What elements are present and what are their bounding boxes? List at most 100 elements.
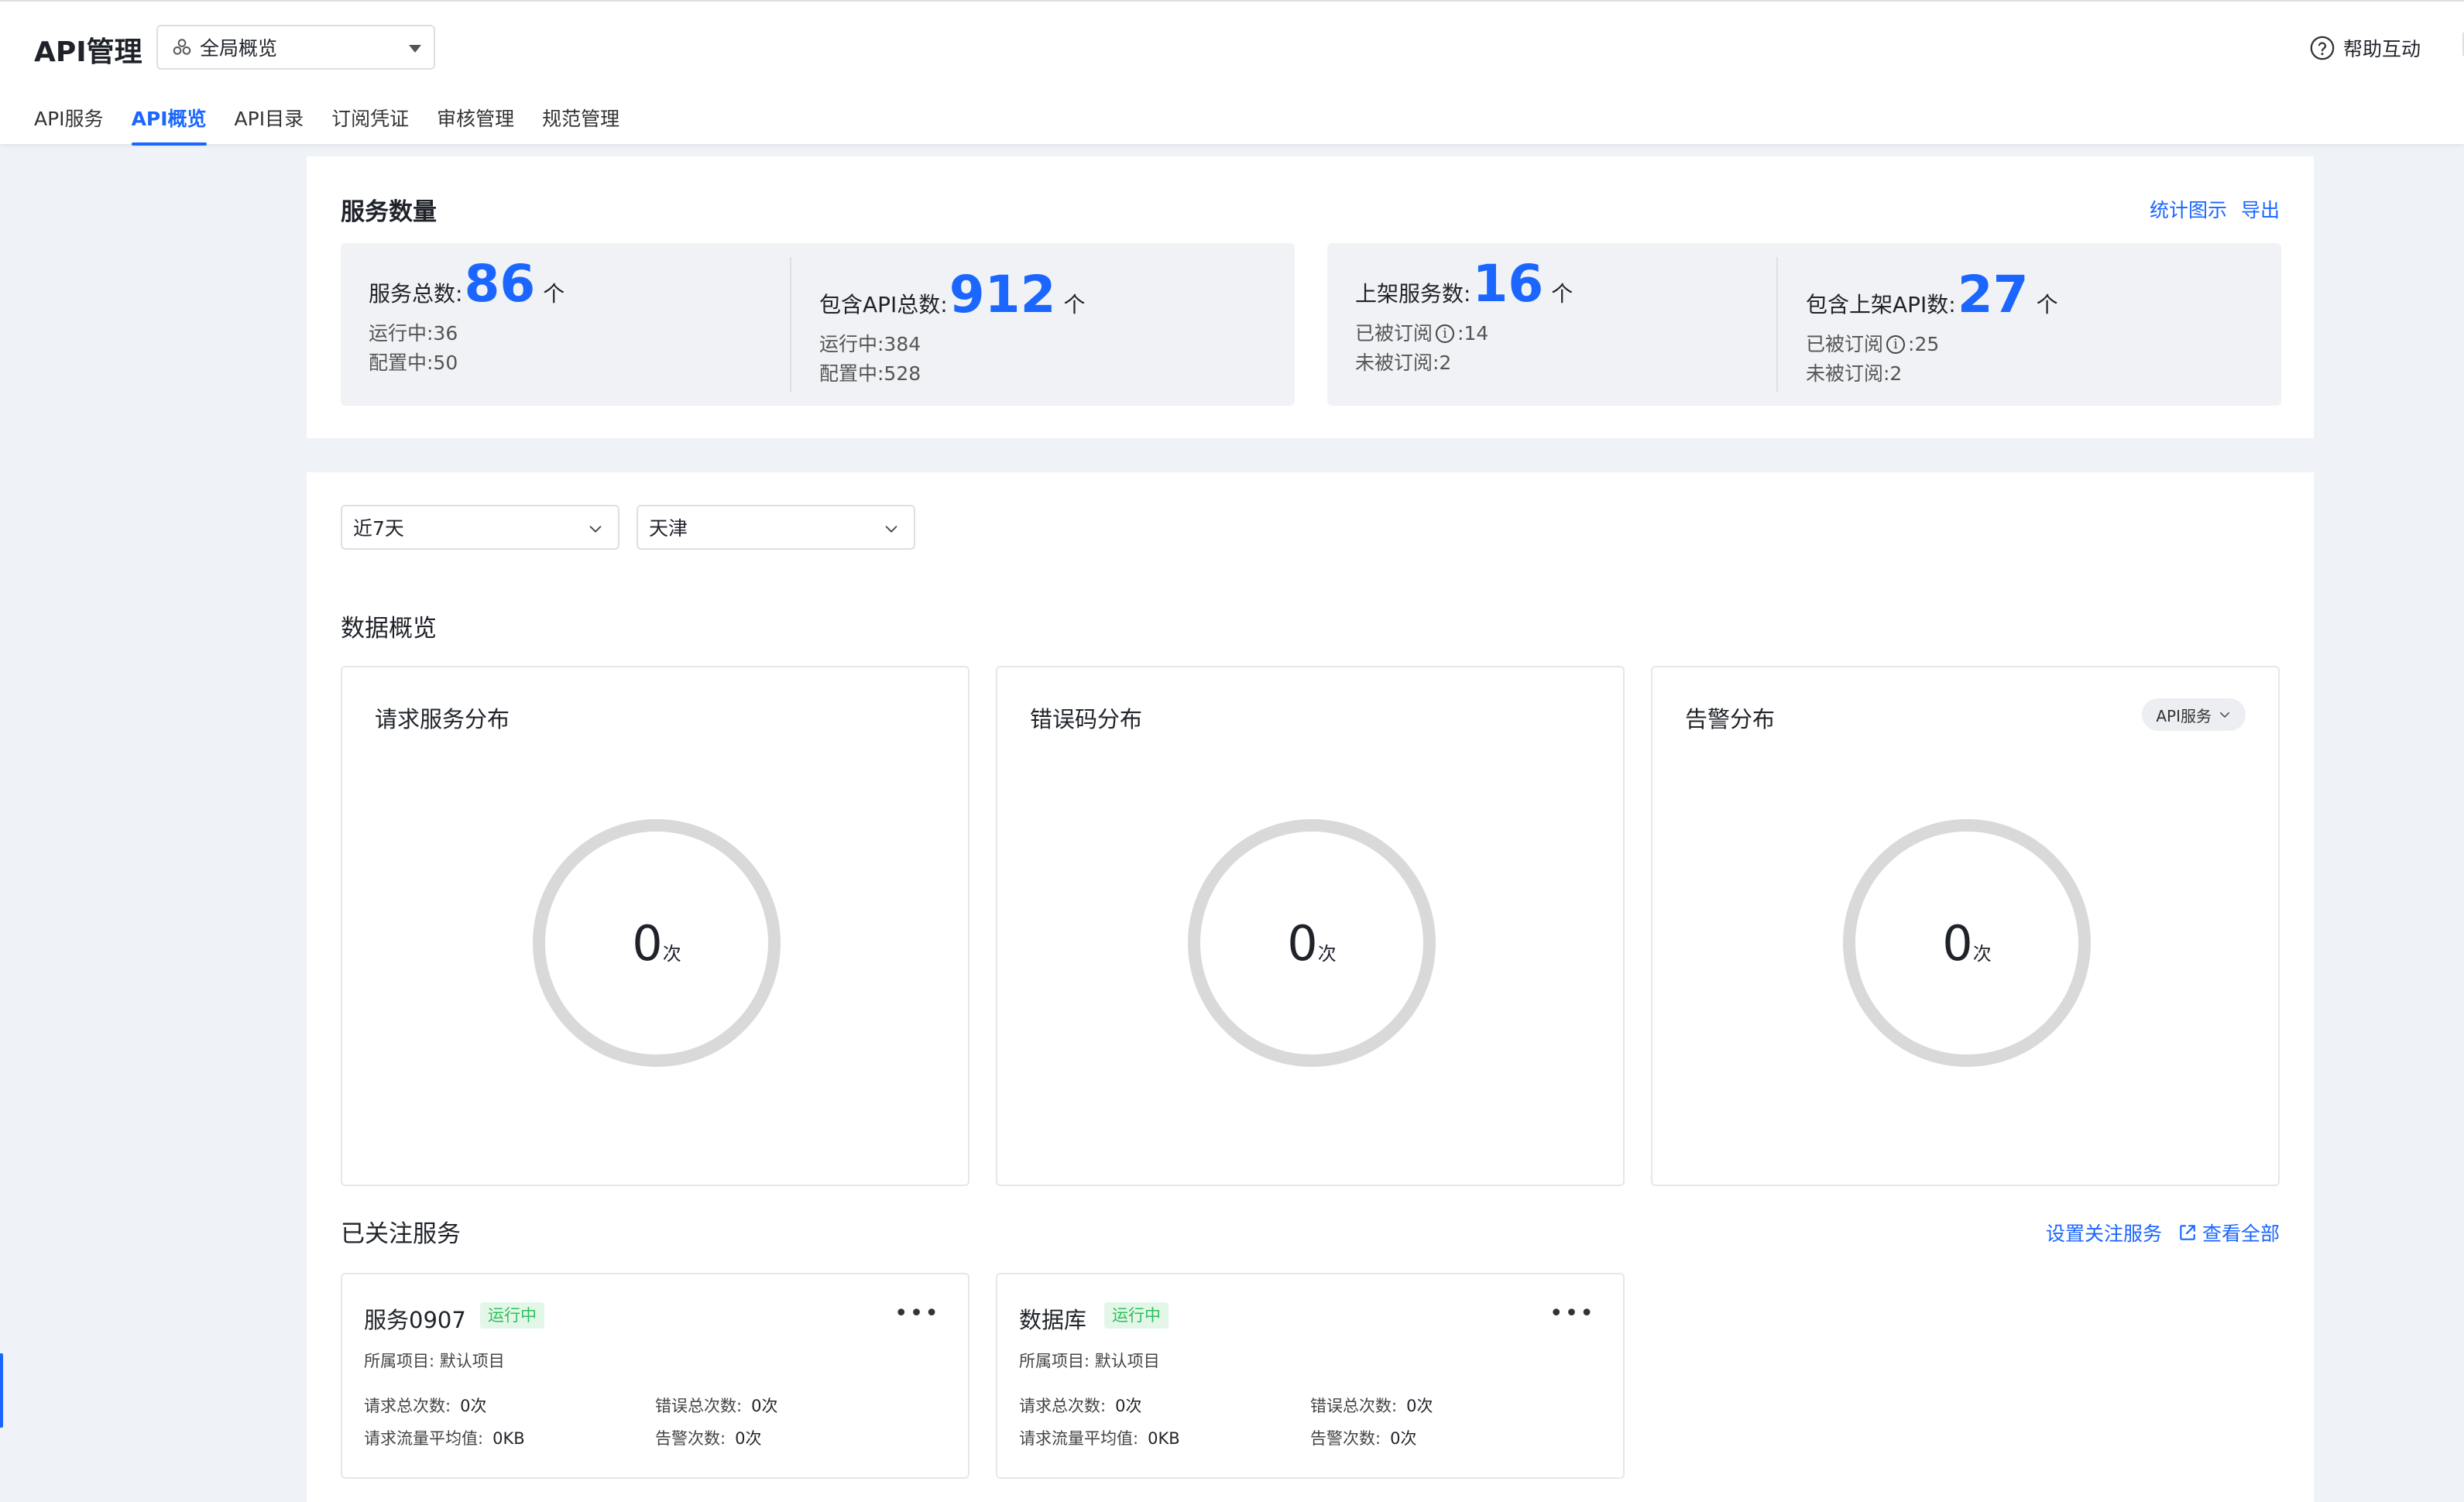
error-code-distribution-card: 错误码分布 0 次 (996, 666, 1625, 1186)
chart-view-link[interactable]: 统计图示 (2150, 195, 2227, 223)
flow-average: 请求流量平均值: 0KB (1019, 1429, 1180, 1448)
view-all-label: 查看全部 (2201, 1223, 2280, 1245)
chevron-down-icon (589, 526, 602, 533)
tab-api-catalog[interactable]: API目录 (235, 104, 304, 146)
data-overview-title: 数据概览 (341, 615, 437, 643)
chart-title: 请求服务分布 (375, 706, 510, 732)
stat-subscribed: 已被订阅 i :14 (1355, 322, 1489, 345)
stat-label: 上架服务数: (1355, 281, 1471, 307)
service-stats-box: 服务总数: 86 个 运行中:36 配置中:50 包含API总数: 912 个 … (341, 243, 1295, 406)
chart-title: 错误码分布 (1030, 706, 1143, 732)
scope-select[interactable]: 全局概览 (156, 25, 435, 70)
total-apis-stat: 包含API总数: 912 个 运行中:384 配置中:528 (790, 257, 1239, 392)
service-project: 所属项目: 默认项目 (364, 1352, 505, 1370)
stat-unsubscribed: 未被订阅:2 (1806, 362, 1903, 385)
info-icon[interactable]: i (1886, 335, 1906, 354)
stat-label: 包含上架API数: (1806, 292, 1956, 317)
export-link[interactable]: 导出 (2241, 195, 2280, 223)
stat-unit: 个 (1063, 292, 1086, 317)
alert-type-value: API服务 (2156, 706, 2212, 725)
request-total: 请求总次数: 0次 (364, 1397, 487, 1415)
stat-value: 912 (949, 265, 1056, 324)
followed-services-title: 已关注服务 (341, 1220, 461, 1248)
error-total: 错误总次数: 0次 (1310, 1397, 1433, 1415)
service-card[interactable]: 服务0907 运行中 ••• 所属项目: 默认项目 请求总次数: 0次 错误总次数… (341, 1273, 969, 1479)
listed-services-stat: 上架服务数: 16 个 已被订阅 i :14 未被订阅:2 (1327, 243, 1776, 406)
set-followed-services-link[interactable]: 设置关注服务 (2046, 1219, 2162, 1247)
side-drawer-handle[interactable] (0, 1353, 3, 1428)
cluster-icon (173, 39, 191, 55)
donut-center-label: 0 次 (1841, 818, 2092, 1068)
external-link-icon (2180, 1225, 2195, 1240)
view-all-link[interactable]: 查看全部 (2177, 1219, 2280, 1247)
stat-running: 运行中:36 (369, 322, 458, 345)
caret-down-icon (409, 45, 421, 53)
tab-subscription-credentials[interactable]: 订阅凭证 (331, 104, 409, 146)
donut-unit: 次 (1317, 942, 1337, 965)
time-range-select[interactable]: 近7天 (341, 505, 619, 550)
tab-api-services[interactable]: API服务 (34, 104, 104, 146)
chart-title: 告警分布 (1685, 706, 1776, 732)
nav-tabs: API服务 API概览 API目录 订阅凭证 审核管理 规范管理 (34, 104, 647, 146)
alert-distribution-card: 告警分布 API服务 0 次 (1651, 666, 2280, 1186)
listed-stats-box: 上架服务数: 16 个 已被订阅 i :14 未被订阅:2 包含上架API数: … (1327, 243, 2281, 406)
stat-value: 16 (1472, 254, 1544, 314)
region-select[interactable]: 天津 (637, 505, 915, 550)
chevron-down-icon (885, 526, 897, 533)
data-panel: 近7天 天津 数据概览 请求服务分布 0 次 错误码分布 0 次 告警分布 AP… (307, 472, 2314, 1502)
more-icon[interactable]: ••• (1549, 1302, 1595, 1325)
app-title: API管理 (34, 36, 142, 68)
stat-value: 86 (464, 254, 536, 314)
alert-type-dropdown[interactable]: API服务 (2142, 698, 2246, 731)
service-count-panel: 服务数量 统计图示 导出 服务总数: 86 个 运行中:36 配置中:50 包含… (307, 156, 2314, 438)
more-icon[interactable]: ••• (894, 1302, 940, 1325)
question-circle-icon (2310, 36, 2335, 60)
stat-unit: 个 (2036, 292, 2058, 317)
service-count-links: 统计图示 导出 (2150, 195, 2280, 223)
stat-configuring: 配置中:528 (819, 362, 921, 385)
donut-value: 0 (632, 914, 663, 972)
service-card[interactable]: 数据库 运行中 ••• 所属项目: 默认项目 请求总次数: 0次 错误总次数: 0次… (996, 1273, 1625, 1479)
stat-running: 运行中:384 (819, 333, 921, 355)
alert-count: 告警次数: 0次 (1310, 1429, 1417, 1448)
stat-unsubscribed: 未被订阅:2 (1355, 351, 1452, 374)
listed-apis-stat: 包含上架API数: 27 个 已被订阅 i :25 未被订阅:2 (1776, 257, 2225, 392)
stat-unit: 个 (543, 281, 565, 307)
region-value: 天津 (649, 517, 688, 540)
flow-average: 请求流量平均值: 0KB (364, 1429, 525, 1448)
info-icon[interactable]: i (1436, 324, 1455, 343)
alert-count: 告警次数: 0次 (655, 1429, 762, 1448)
stat-label: 服务总数: (369, 281, 463, 307)
stat-configuring: 配置中:50 (369, 351, 458, 374)
stat-label: 包含API总数: (819, 292, 948, 317)
request-distribution-card: 请求服务分布 0 次 (341, 666, 969, 1186)
donut-center-label: 0 次 (1186, 818, 1437, 1068)
request-total: 请求总次数: 0次 (1019, 1397, 1142, 1415)
donut-unit: 次 (662, 942, 681, 965)
donut-value: 0 (1287, 914, 1318, 972)
scope-select-value: 全局概览 (200, 37, 278, 60)
chevron-down-icon (2220, 712, 2229, 718)
stat-value: 27 (1957, 265, 2029, 324)
service-project: 所属项目: 默认项目 (1019, 1352, 1160, 1370)
donut-unit: 次 (1972, 942, 1992, 965)
service-name: 数据库 (1019, 1307, 1087, 1333)
followed-services-links: 设置关注服务 查看全部 (2046, 1219, 2280, 1247)
service-count-title: 服务数量 (341, 198, 437, 226)
stat-subscribed: 已被订阅 i :25 (1806, 333, 1940, 355)
top-header: API管理 全局概览 帮助互动 API服务 API概览 API目录 订阅凭证 审… (0, 0, 2464, 146)
error-total: 错误总次数: 0次 (655, 1397, 778, 1415)
time-range-value: 近7天 (353, 517, 404, 540)
donut-value: 0 (1942, 914, 1973, 972)
tab-spec-management[interactable]: 规范管理 (542, 104, 619, 146)
tab-review-management[interactable]: 审核管理 (437, 104, 514, 146)
donut-center-label: 0 次 (531, 818, 782, 1068)
status-badge: 运行中 (480, 1302, 544, 1329)
service-name: 服务0907 (364, 1307, 466, 1333)
help-button[interactable]: 帮助互动 (2309, 34, 2421, 62)
status-badge: 运行中 (1104, 1302, 1169, 1329)
stat-unit: 个 (1551, 281, 1573, 307)
total-services-stat: 服务总数: 86 个 运行中:36 配置中:50 (341, 243, 790, 406)
tab-api-overview[interactable]: API概览 (131, 104, 207, 146)
help-label: 帮助互动 (2342, 38, 2421, 60)
